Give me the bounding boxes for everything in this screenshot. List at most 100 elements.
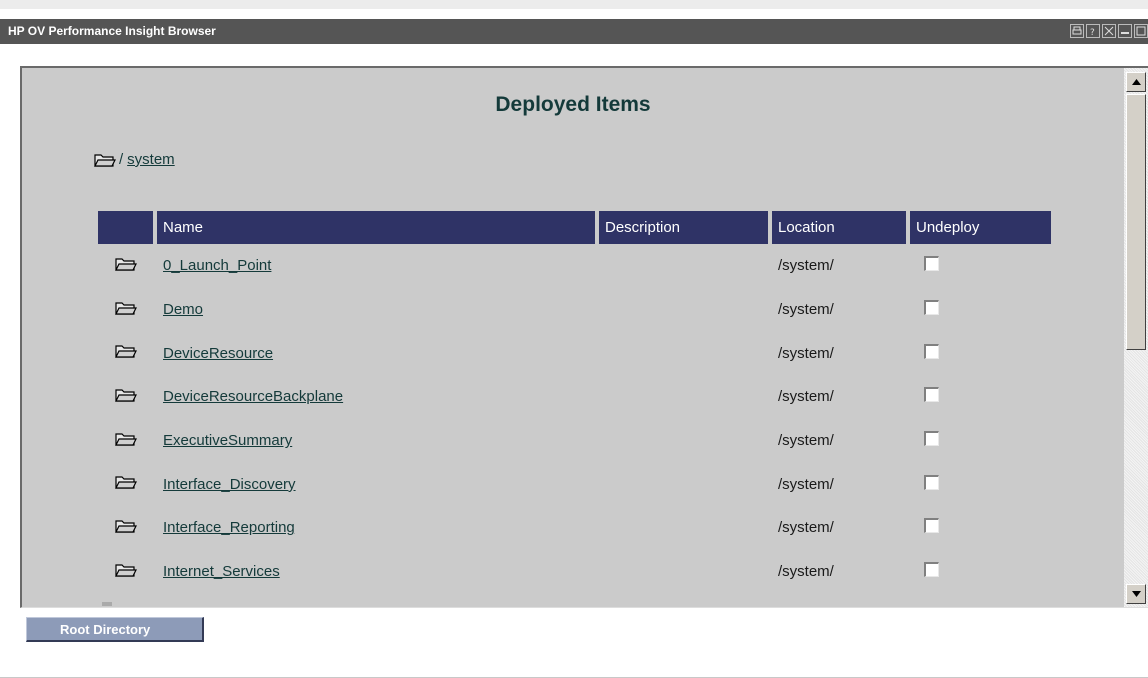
- row-description-cell: [599, 331, 768, 375]
- row-folder-cell: [98, 462, 153, 506]
- folder-icon: [114, 432, 137, 446]
- row-description-cell: [599, 244, 768, 288]
- row-description-cell: [599, 375, 768, 419]
- undeploy-checkbox[interactable]: [924, 300, 939, 316]
- breadcrumb: / system: [94, 151, 175, 168]
- top-strip: [0, 0, 1148, 9]
- undeploy-checkbox[interactable]: [924, 474, 939, 490]
- undeploy-checkbox[interactable]: [924, 562, 939, 578]
- row-undeploy-cell: [910, 288, 1051, 332]
- header-location: Location: [772, 211, 906, 244]
- row-name-cell: ExecutiveSummary: [157, 419, 595, 463]
- row-description-cell: [599, 550, 768, 594]
- row-folder-cell: [98, 288, 153, 332]
- table-row: DeviceResourceBackplane/system/: [98, 375, 1051, 419]
- row-name-cell: Internet_Services: [157, 550, 595, 594]
- row-folder-cell: [98, 375, 153, 419]
- row-location-cell: /system/: [778, 475, 834, 493]
- undeploy-checkbox[interactable]: [924, 343, 939, 359]
- table-row: Internet_Services/system/: [98, 550, 1051, 594]
- breadcrumb-link-system[interactable]: system: [127, 151, 175, 168]
- item-link[interactable]: DeviceResourceBackplane: [163, 388, 343, 405]
- folder-icon: [114, 389, 137, 402]
- row-undeploy-cell: [910, 331, 1051, 375]
- row-undeploy-cell: [910, 419, 1051, 463]
- table-row: Interface_Discovery/system/: [98, 462, 1051, 506]
- row-location-cell: /system/: [778, 388, 834, 406]
- folder-icon: [114, 476, 137, 489]
- row-name-cell: Demo: [157, 288, 595, 332]
- vertical-scrollbar[interactable]: [1124, 68, 1148, 607]
- row-folder-cell: [98, 419, 153, 463]
- row-folder-cell: [98, 506, 153, 550]
- content-area: Deployed Items / system Name Description…: [22, 68, 1124, 607]
- item-link[interactable]: DeviceResource: [163, 345, 273, 362]
- header-icon-column: [98, 211, 153, 244]
- header-name: Name: [157, 211, 595, 244]
- row-location-cell: /system/: [778, 344, 834, 362]
- item-link[interactable]: Internet_Services: [163, 563, 280, 580]
- page-title: Deployed Items: [495, 93, 651, 116]
- print-icon[interactable]: [1070, 24, 1084, 38]
- header-description: Description: [599, 211, 768, 244]
- row-name-cell: DeviceResourceBackplane: [157, 375, 595, 419]
- window-controls: ?: [1070, 24, 1148, 38]
- folder-icon: [114, 258, 137, 271]
- maximize-icon[interactable]: [1134, 24, 1148, 38]
- row-name-cell: Interface_Reporting: [157, 506, 595, 550]
- help-icon[interactable]: ?: [1086, 24, 1100, 38]
- scroll-down-button[interactable]: [1126, 584, 1146, 604]
- arrow-down-icon: [1132, 591, 1141, 597]
- row-folder-cell: [98, 244, 153, 288]
- folder-icon: [94, 153, 116, 167]
- close-icon[interactable]: [1102, 24, 1116, 38]
- table-row: 0_Launch_Point/system/: [98, 244, 1051, 288]
- svg-text:?: ?: [1090, 28, 1095, 36]
- table-header-row: Name Description Location Undeploy: [98, 211, 1051, 244]
- row-undeploy-cell: [910, 506, 1051, 550]
- item-link[interactable]: ExecutiveSummary: [163, 432, 292, 449]
- undeploy-checkbox[interactable]: [924, 518, 939, 534]
- row-location-cell: /system/: [778, 563, 834, 581]
- row-folder-cell: [98, 550, 153, 594]
- row-description-cell: [599, 462, 768, 506]
- row-undeploy-cell: [910, 244, 1051, 288]
- title-bar: HP OV Performance Insight Browser ?: [0, 19, 1148, 44]
- undeploy-checkbox[interactable]: [924, 431, 939, 447]
- row-description-cell: [599, 419, 768, 463]
- scroll-thumb[interactable]: [1126, 94, 1146, 350]
- row-location-cell: /system/: [778, 519, 834, 537]
- scroll-up-button[interactable]: [1126, 72, 1146, 92]
- deployed-items-table: Name Description Location Undeploy 0_Lau…: [94, 211, 1055, 594]
- item-link[interactable]: Interface_Discovery: [163, 476, 296, 493]
- header-undeploy: Undeploy: [910, 211, 1051, 244]
- row-folder-cell: [98, 331, 153, 375]
- arrow-up-icon: [1132, 79, 1141, 85]
- row-name-cell: Interface_Discovery: [157, 462, 595, 506]
- content-frame: Deployed Items / system Name Description…: [20, 66, 1148, 608]
- undeploy-checkbox[interactable]: [924, 387, 939, 403]
- undeploy-checkbox[interactable]: [924, 256, 939, 272]
- folder-icon: [114, 301, 137, 315]
- folder-icon: [114, 345, 137, 358]
- minimize-icon[interactable]: [1118, 24, 1132, 38]
- table-row: Demo/system/: [98, 288, 1051, 332]
- table-row: ExecutiveSummary/system/: [98, 419, 1051, 463]
- folder-icon: [114, 520, 137, 533]
- row-undeploy-cell: [910, 550, 1051, 594]
- row-location-cell: /system/: [778, 301, 834, 319]
- item-link[interactable]: 0_Launch_Point: [163, 257, 271, 274]
- item-link[interactable]: Demo: [163, 301, 203, 318]
- table-row: Interface_Reporting/system/: [98, 506, 1051, 550]
- row-undeploy-cell: [910, 375, 1051, 419]
- row-name-cell: 0_Launch_Point: [157, 244, 595, 288]
- table-row: DeviceResource/system/: [98, 331, 1051, 375]
- item-link[interactable]: Interface_Reporting: [163, 519, 295, 536]
- folder-icon: [114, 564, 137, 577]
- row-location-cell: /system/: [778, 432, 834, 450]
- partial-row-icon: [102, 602, 112, 606]
- row-description-cell: [599, 506, 768, 550]
- row-undeploy-cell: [910, 462, 1051, 506]
- row-name-cell: DeviceResource: [157, 331, 595, 375]
- root-directory-button[interactable]: Root Directory: [26, 617, 204, 642]
